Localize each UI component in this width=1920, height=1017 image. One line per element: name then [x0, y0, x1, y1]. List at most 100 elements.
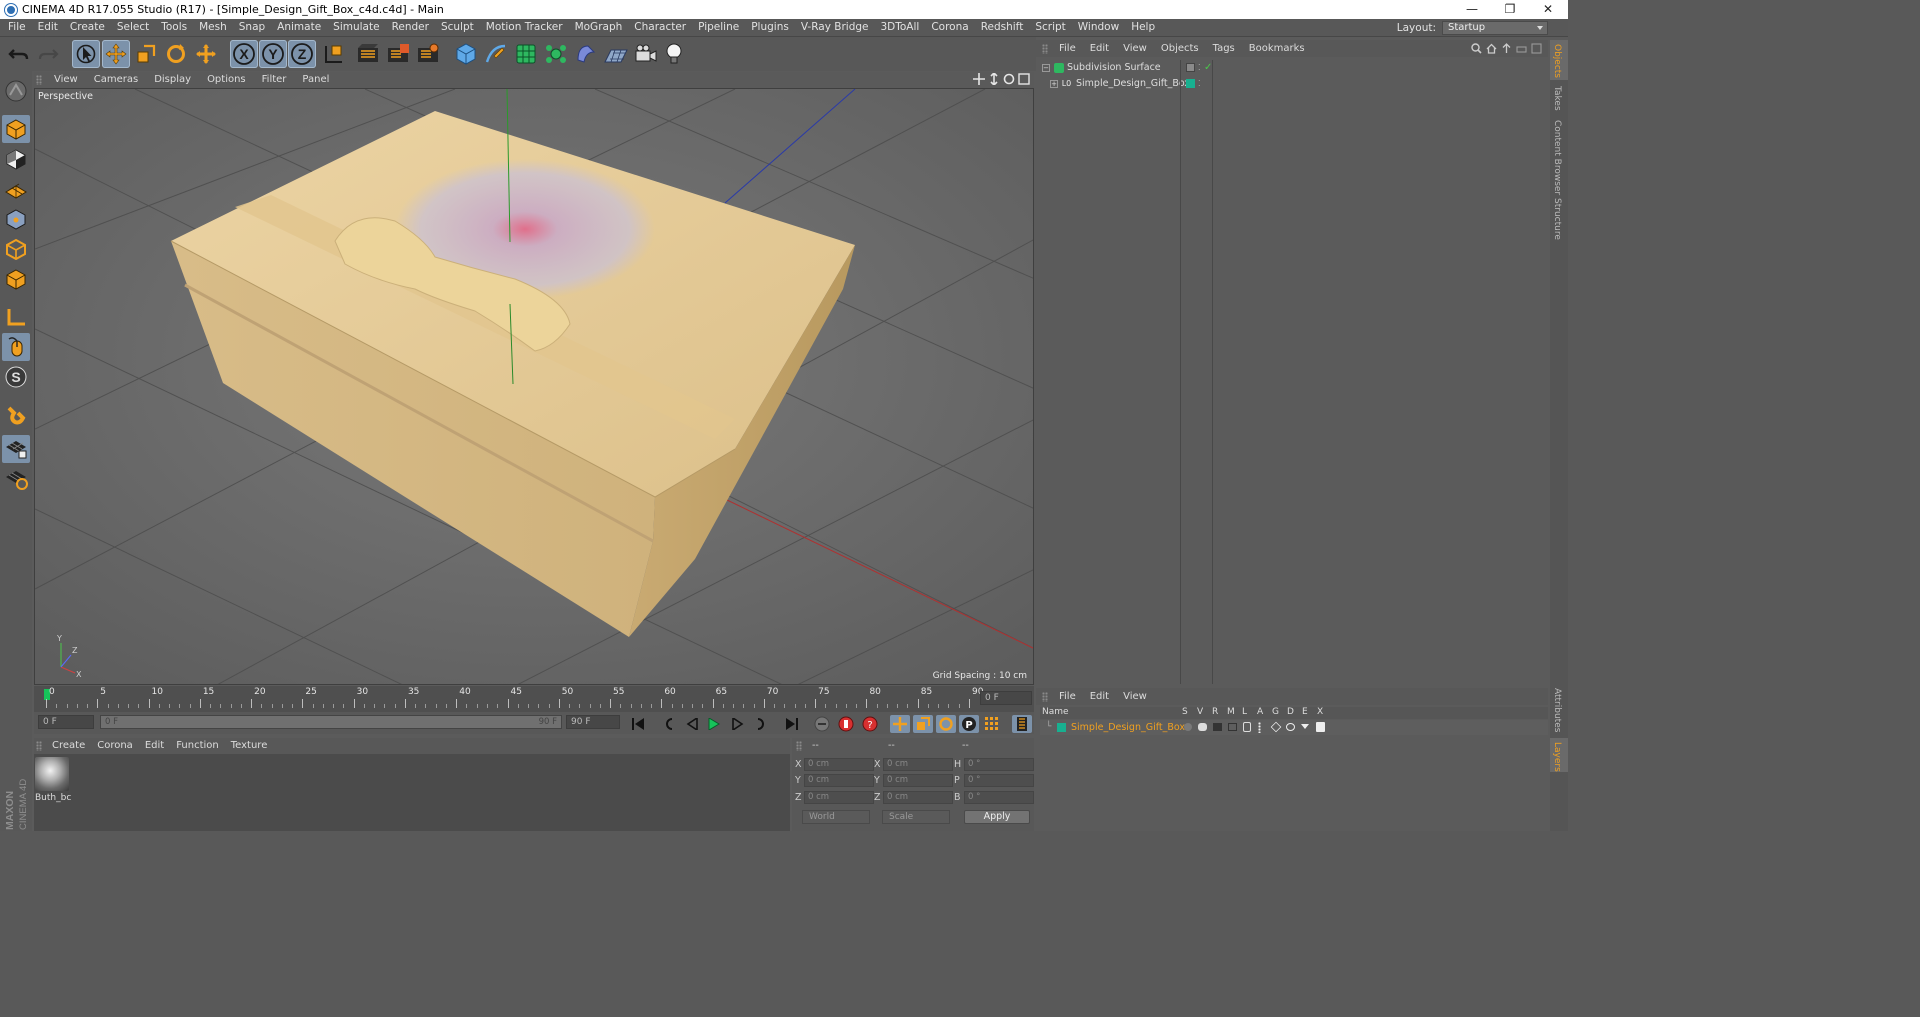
- rotate-icon[interactable]: [162, 40, 190, 68]
- objects-menu-view[interactable]: View: [1116, 40, 1154, 57]
- home-icon[interactable]: [1486, 43, 1497, 54]
- menu-mesh[interactable]: Mesh: [193, 19, 233, 36]
- menu-simulate[interactable]: Simulate: [327, 19, 385, 36]
- rotation-h-field[interactable]: 0 °: [964, 758, 1034, 771]
- tab-content-browser[interactable]: Content Browser: [1552, 120, 1562, 195]
- objects-menu-file[interactable]: File: [1052, 40, 1083, 57]
- menu-mograph[interactable]: MoGraph: [569, 19, 629, 36]
- key-position-icon[interactable]: [890, 715, 910, 733]
- camera-icon[interactable]: [632, 40, 660, 68]
- close-button[interactable]: ✕: [1530, 0, 1566, 19]
- viewport-menu-view[interactable]: View: [46, 72, 86, 88]
- y-axis-icon[interactable]: Y: [259, 40, 287, 68]
- edges-mode-icon[interactable]: [2, 205, 30, 233]
- expand-toggle-icon[interactable]: +: [1050, 80, 1058, 88]
- solo-icon[interactable]: S: [2, 363, 30, 391]
- menu-animate[interactable]: Animate: [271, 19, 327, 36]
- objects-menu-edit[interactable]: Edit: [1083, 40, 1116, 57]
- light-icon[interactable]: [660, 40, 688, 68]
- key-scale-icon[interactable]: [913, 715, 933, 733]
- tab-objects[interactable]: Objects: [1552, 44, 1562, 78]
- key-rotation-icon[interactable]: [936, 715, 956, 733]
- next-keyframe-icon[interactable]: [750, 715, 770, 733]
- maximize-view-icon[interactable]: [1018, 73, 1030, 85]
- view-toggle-icon[interactable]: [1198, 723, 1207, 731]
- menu-tools[interactable]: Tools: [155, 19, 193, 36]
- move-icon[interactable]: [102, 40, 130, 68]
- scale-icon[interactable]: [132, 40, 160, 68]
- menu-script[interactable]: Script: [1029, 19, 1071, 36]
- solo-toggle-icon[interactable]: [1184, 723, 1192, 731]
- zoom-view-icon[interactable]: [988, 73, 1000, 85]
- visibility-dots-icon[interactable]: ⁚: [1198, 76, 1201, 92]
- menu-create[interactable]: Create: [64, 19, 111, 36]
- layers-menu-file[interactable]: File: [1052, 688, 1083, 705]
- menu-edit[interactable]: Edit: [32, 19, 64, 36]
- next-frame-icon[interactable]: [728, 715, 748, 733]
- previous-keyframe-icon[interactable]: [660, 715, 680, 733]
- material-menu-texture[interactable]: Texture: [225, 738, 274, 754]
- size-x-field[interactable]: 0 cm: [883, 758, 953, 771]
- object-row[interactable]: − Subdivision Surface ⁚ ✓: [1040, 60, 1548, 76]
- menu-pipeline[interactable]: Pipeline: [692, 19, 745, 36]
- manager-toggle-icon[interactable]: [1228, 723, 1237, 731]
- animation-toggle-icon[interactable]: [1258, 722, 1261, 733]
- menu-window[interactable]: Window: [1072, 19, 1125, 36]
- tweak-mode-icon[interactable]: [2, 303, 30, 331]
- subdivision-surface-icon[interactable]: [512, 40, 540, 68]
- minimize-button[interactable]: —: [1454, 0, 1490, 19]
- tab-attributes[interactable]: Attributes: [1552, 688, 1562, 732]
- z-axis-icon[interactable]: Z: [288, 40, 316, 68]
- menu-sculpt[interactable]: Sculpt: [435, 19, 480, 36]
- menu-file[interactable]: File: [2, 19, 32, 36]
- layer-swatch-icon[interactable]: [1186, 79, 1195, 88]
- xref-toggle-icon[interactable]: [1316, 722, 1325, 732]
- collapse-icon[interactable]: [1516, 43, 1527, 54]
- move-view-icon[interactable]: [973, 73, 985, 85]
- tab-takes[interactable]: Takes: [1552, 86, 1562, 111]
- menu-3dtoall[interactable]: 3DToAll: [874, 19, 925, 36]
- material-menu-function[interactable]: Function: [170, 738, 225, 754]
- menu-help[interactable]: Help: [1125, 19, 1161, 36]
- menu-character[interactable]: Character: [628, 19, 692, 36]
- position-x-field[interactable]: 0 cm: [804, 758, 874, 771]
- rotation-b-field[interactable]: 0 °: [964, 791, 1034, 804]
- mouse-tweak-icon[interactable]: [2, 333, 30, 361]
- polygons-mode-icon[interactable]: [2, 235, 30, 263]
- tab-structure[interactable]: Structure: [1552, 198, 1562, 240]
- collapse-toggle-icon[interactable]: −: [1042, 64, 1050, 72]
- up-arrow-icon[interactable]: [1501, 43, 1512, 54]
- expressions-toggle-icon[interactable]: [1301, 724, 1309, 733]
- visibility-dots-icon[interactable]: ⁚: [1198, 60, 1201, 76]
- record-keys-icon[interactable]: [812, 715, 832, 733]
- undo-icon[interactable]: [5, 40, 33, 68]
- objects-menu-tags[interactable]: Tags: [1206, 40, 1242, 57]
- viewport-menu-cameras[interactable]: Cameras: [86, 72, 146, 88]
- play-icon[interactable]: [704, 715, 724, 733]
- deformer-icon[interactable]: [572, 40, 600, 68]
- current-frame-field[interactable]: 0 F: [980, 691, 1032, 705]
- redo-icon[interactable]: [34, 40, 62, 68]
- restore-button[interactable]: ❐: [1492, 0, 1528, 19]
- key-parameter-icon[interactable]: P: [959, 715, 979, 733]
- preview-range-slider[interactable]: 0 F 90 F: [100, 715, 562, 729]
- perspective-viewport[interactable]: Y X Z Perspective Grid Spacing : 10 cm: [34, 88, 1034, 685]
- coordinate-space-dropdown[interactable]: World: [802, 810, 870, 824]
- go-to-start-icon[interactable]: [628, 715, 648, 733]
- render-picture-viewer-icon[interactable]: [384, 40, 412, 68]
- select-arrow-icon[interactable]: [72, 40, 100, 68]
- snap-lock-icon[interactable]: [2, 465, 30, 493]
- menu-motion-tracker[interactable]: Motion Tracker: [480, 19, 569, 36]
- layers-menu-edit[interactable]: Edit: [1083, 688, 1116, 705]
- timeline-ruler[interactable]: 0 5 10 15 20 25 30 35 40 45 50 55 60 65 70 75 80 85 90 0 F: [34, 686, 1034, 712]
- viewport-menu-display[interactable]: Display: [146, 72, 199, 88]
- layer-row[interactable]: └ Simple_Design_Gift_Box: [1040, 720, 1548, 735]
- snap-grid-icon[interactable]: [2, 435, 30, 463]
- model-mode-icon[interactable]: [2, 77, 30, 105]
- layer-swatch-icon[interactable]: [1186, 63, 1195, 72]
- menu-redshift[interactable]: Redshift: [975, 19, 1030, 36]
- layers-menu-view[interactable]: View: [1116, 688, 1154, 705]
- go-to-end-icon[interactable]: [782, 715, 802, 733]
- material-menu-corona[interactable]: Corona: [91, 738, 139, 754]
- world-coordinate-icon[interactable]: [320, 40, 348, 68]
